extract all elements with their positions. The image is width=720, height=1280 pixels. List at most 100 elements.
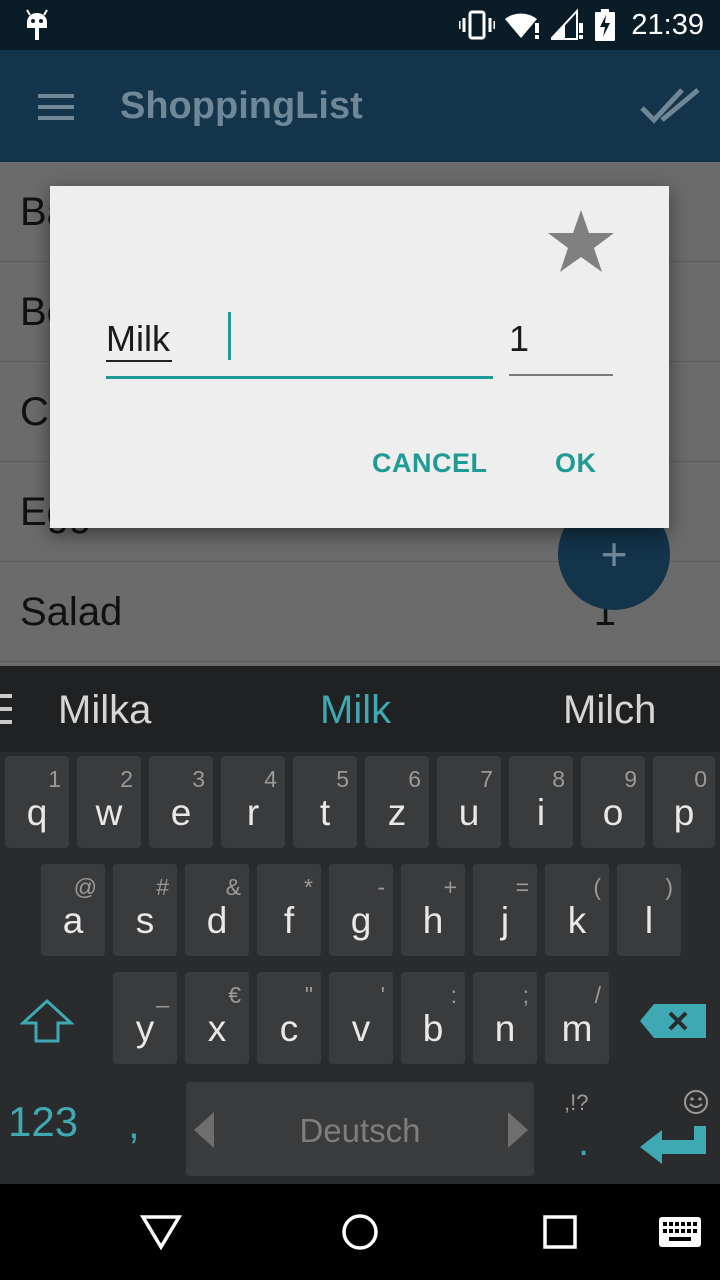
- period-key[interactable]: ,!? .: [560, 1090, 610, 1170]
- key-i[interactable]: 8i: [509, 756, 573, 848]
- key-b[interactable]: :b: [401, 972, 465, 1064]
- key-label: f: [283, 900, 295, 941]
- shift-icon[interactable]: [20, 998, 74, 1044]
- key-h[interactable]: + h: [401, 864, 465, 956]
- key-hint: =: [515, 874, 529, 900]
- key-hint: ": [304, 982, 313, 1008]
- key-t[interactable]: 5t: [293, 756, 357, 848]
- comma-key[interactable]: ,: [128, 1100, 140, 1148]
- item-name-input[interactable]: Milk: [106, 310, 493, 379]
- key-hint: 5: [336, 766, 349, 792]
- key-hint: (: [593, 874, 601, 900]
- key-label: w: [95, 792, 123, 833]
- composing-underline: [106, 360, 172, 362]
- key-m[interactable]: / m: [545, 972, 609, 1064]
- text-cursor: [228, 312, 231, 360]
- key-g[interactable]: -g: [329, 864, 393, 956]
- key-label: j: [500, 900, 510, 941]
- check-all-icon[interactable]: [640, 86, 702, 126]
- suggestion-left[interactable]: Milka: [58, 688, 151, 733]
- key-label: n: [494, 1008, 516, 1049]
- key-f[interactable]: * f: [257, 864, 321, 956]
- period-key-hint: ,!?: [564, 1090, 589, 1115]
- key-label: l: [644, 900, 654, 941]
- key-label: b: [422, 1008, 444, 1049]
- key-hint: -: [377, 874, 385, 900]
- key-n[interactable]: ; n: [473, 972, 537, 1064]
- key-s[interactable]: # s: [113, 864, 177, 956]
- key-w[interactable]: 2w: [77, 756, 141, 848]
- space-key[interactable]: Deutsch: [186, 1082, 534, 1176]
- key-p[interactable]: 0p: [653, 756, 715, 848]
- key-z[interactable]: 6z: [365, 756, 429, 848]
- key-x[interactable]: € x: [185, 972, 249, 1064]
- key-d[interactable]: & d: [185, 864, 249, 956]
- recent-apps-icon[interactable]: [542, 1214, 578, 1250]
- home-icon[interactable]: [340, 1212, 380, 1252]
- vibrate-icon: [459, 10, 496, 40]
- key-label: q: [26, 792, 48, 833]
- key-j[interactable]: = j: [473, 864, 537, 956]
- key-q[interactable]: 1q: [5, 756, 69, 848]
- key-y[interactable]: _ y: [113, 972, 177, 1064]
- key-hint: €: [228, 982, 241, 1008]
- key-label: s: [135, 900, 155, 941]
- key-label: x: [207, 1008, 227, 1049]
- cell-signal-icon: [551, 9, 584, 40]
- keyboard-switch-icon[interactable]: [658, 1216, 702, 1248]
- ok-button[interactable]: OK: [555, 448, 597, 479]
- navigation-bar: [0, 1184, 720, 1280]
- back-icon[interactable]: [140, 1214, 182, 1250]
- menu-icon[interactable]: [38, 94, 74, 120]
- key-a[interactable]: @ a: [41, 864, 105, 956]
- key-o[interactable]: 9o: [581, 756, 645, 848]
- backspace-icon[interactable]: [640, 1004, 706, 1038]
- key-label: c: [279, 1008, 299, 1049]
- suggestion-center[interactable]: Milk: [320, 688, 391, 733]
- key-hint: 0: [694, 766, 707, 792]
- suggestion-strip: Milka Milk Milch: [0, 666, 720, 752]
- key-c[interactable]: " c: [257, 972, 321, 1064]
- key-label: k: [567, 900, 587, 941]
- item-quantity-input[interactable]: 1: [509, 310, 613, 376]
- status-time: 21:39: [631, 8, 704, 41]
- key-label: y: [135, 1008, 155, 1049]
- key-label: m: [561, 1008, 593, 1049]
- key-u[interactable]: 7u: [437, 756, 501, 848]
- key-r[interactable]: 4r: [221, 756, 285, 848]
- cancel-button[interactable]: CANCEL: [372, 448, 488, 479]
- android-notification-icon: [26, 9, 48, 40]
- key-hint: ': [380, 982, 385, 1008]
- wifi-icon: [505, 13, 540, 39]
- item-quantity-value: 1: [509, 318, 530, 359]
- key-hint: +: [443, 874, 457, 900]
- key-hint: 6: [408, 766, 421, 792]
- key-hint: /: [594, 982, 601, 1008]
- key-hint: #: [156, 874, 169, 900]
- battery-charging-icon: [595, 9, 616, 41]
- key-hint: 9: [624, 766, 637, 792]
- emoji-icon[interactable]: [683, 1089, 709, 1115]
- key-label: o: [602, 792, 624, 833]
- key-hint: 1: [48, 766, 61, 792]
- key-k[interactable]: (k: [545, 864, 609, 956]
- key-l[interactable]: ) l: [617, 864, 681, 956]
- key-label: i: [536, 792, 546, 833]
- key-hint: :: [450, 982, 457, 1008]
- key-hint: ): [665, 874, 673, 900]
- star-icon[interactable]: [546, 208, 616, 276]
- enter-icon[interactable]: [638, 1124, 708, 1166]
- key-v[interactable]: ' v: [329, 972, 393, 1064]
- key-e[interactable]: 3e: [149, 756, 213, 848]
- space-key-label: Deutsch: [299, 1112, 421, 1149]
- list-item-name: Salad: [20, 590, 123, 634]
- key-label: a: [62, 900, 84, 941]
- key-label: h: [422, 900, 444, 941]
- numbers-key[interactable]: 123: [8, 1098, 78, 1146]
- app-bar: ShoppingList: [0, 50, 720, 162]
- key-label: e: [170, 792, 192, 833]
- suggestions-menu-icon[interactable]: [0, 694, 12, 724]
- key-label: p: [673, 792, 695, 833]
- suggestion-right[interactable]: Milch: [563, 688, 656, 733]
- key-label: v: [351, 1008, 371, 1049]
